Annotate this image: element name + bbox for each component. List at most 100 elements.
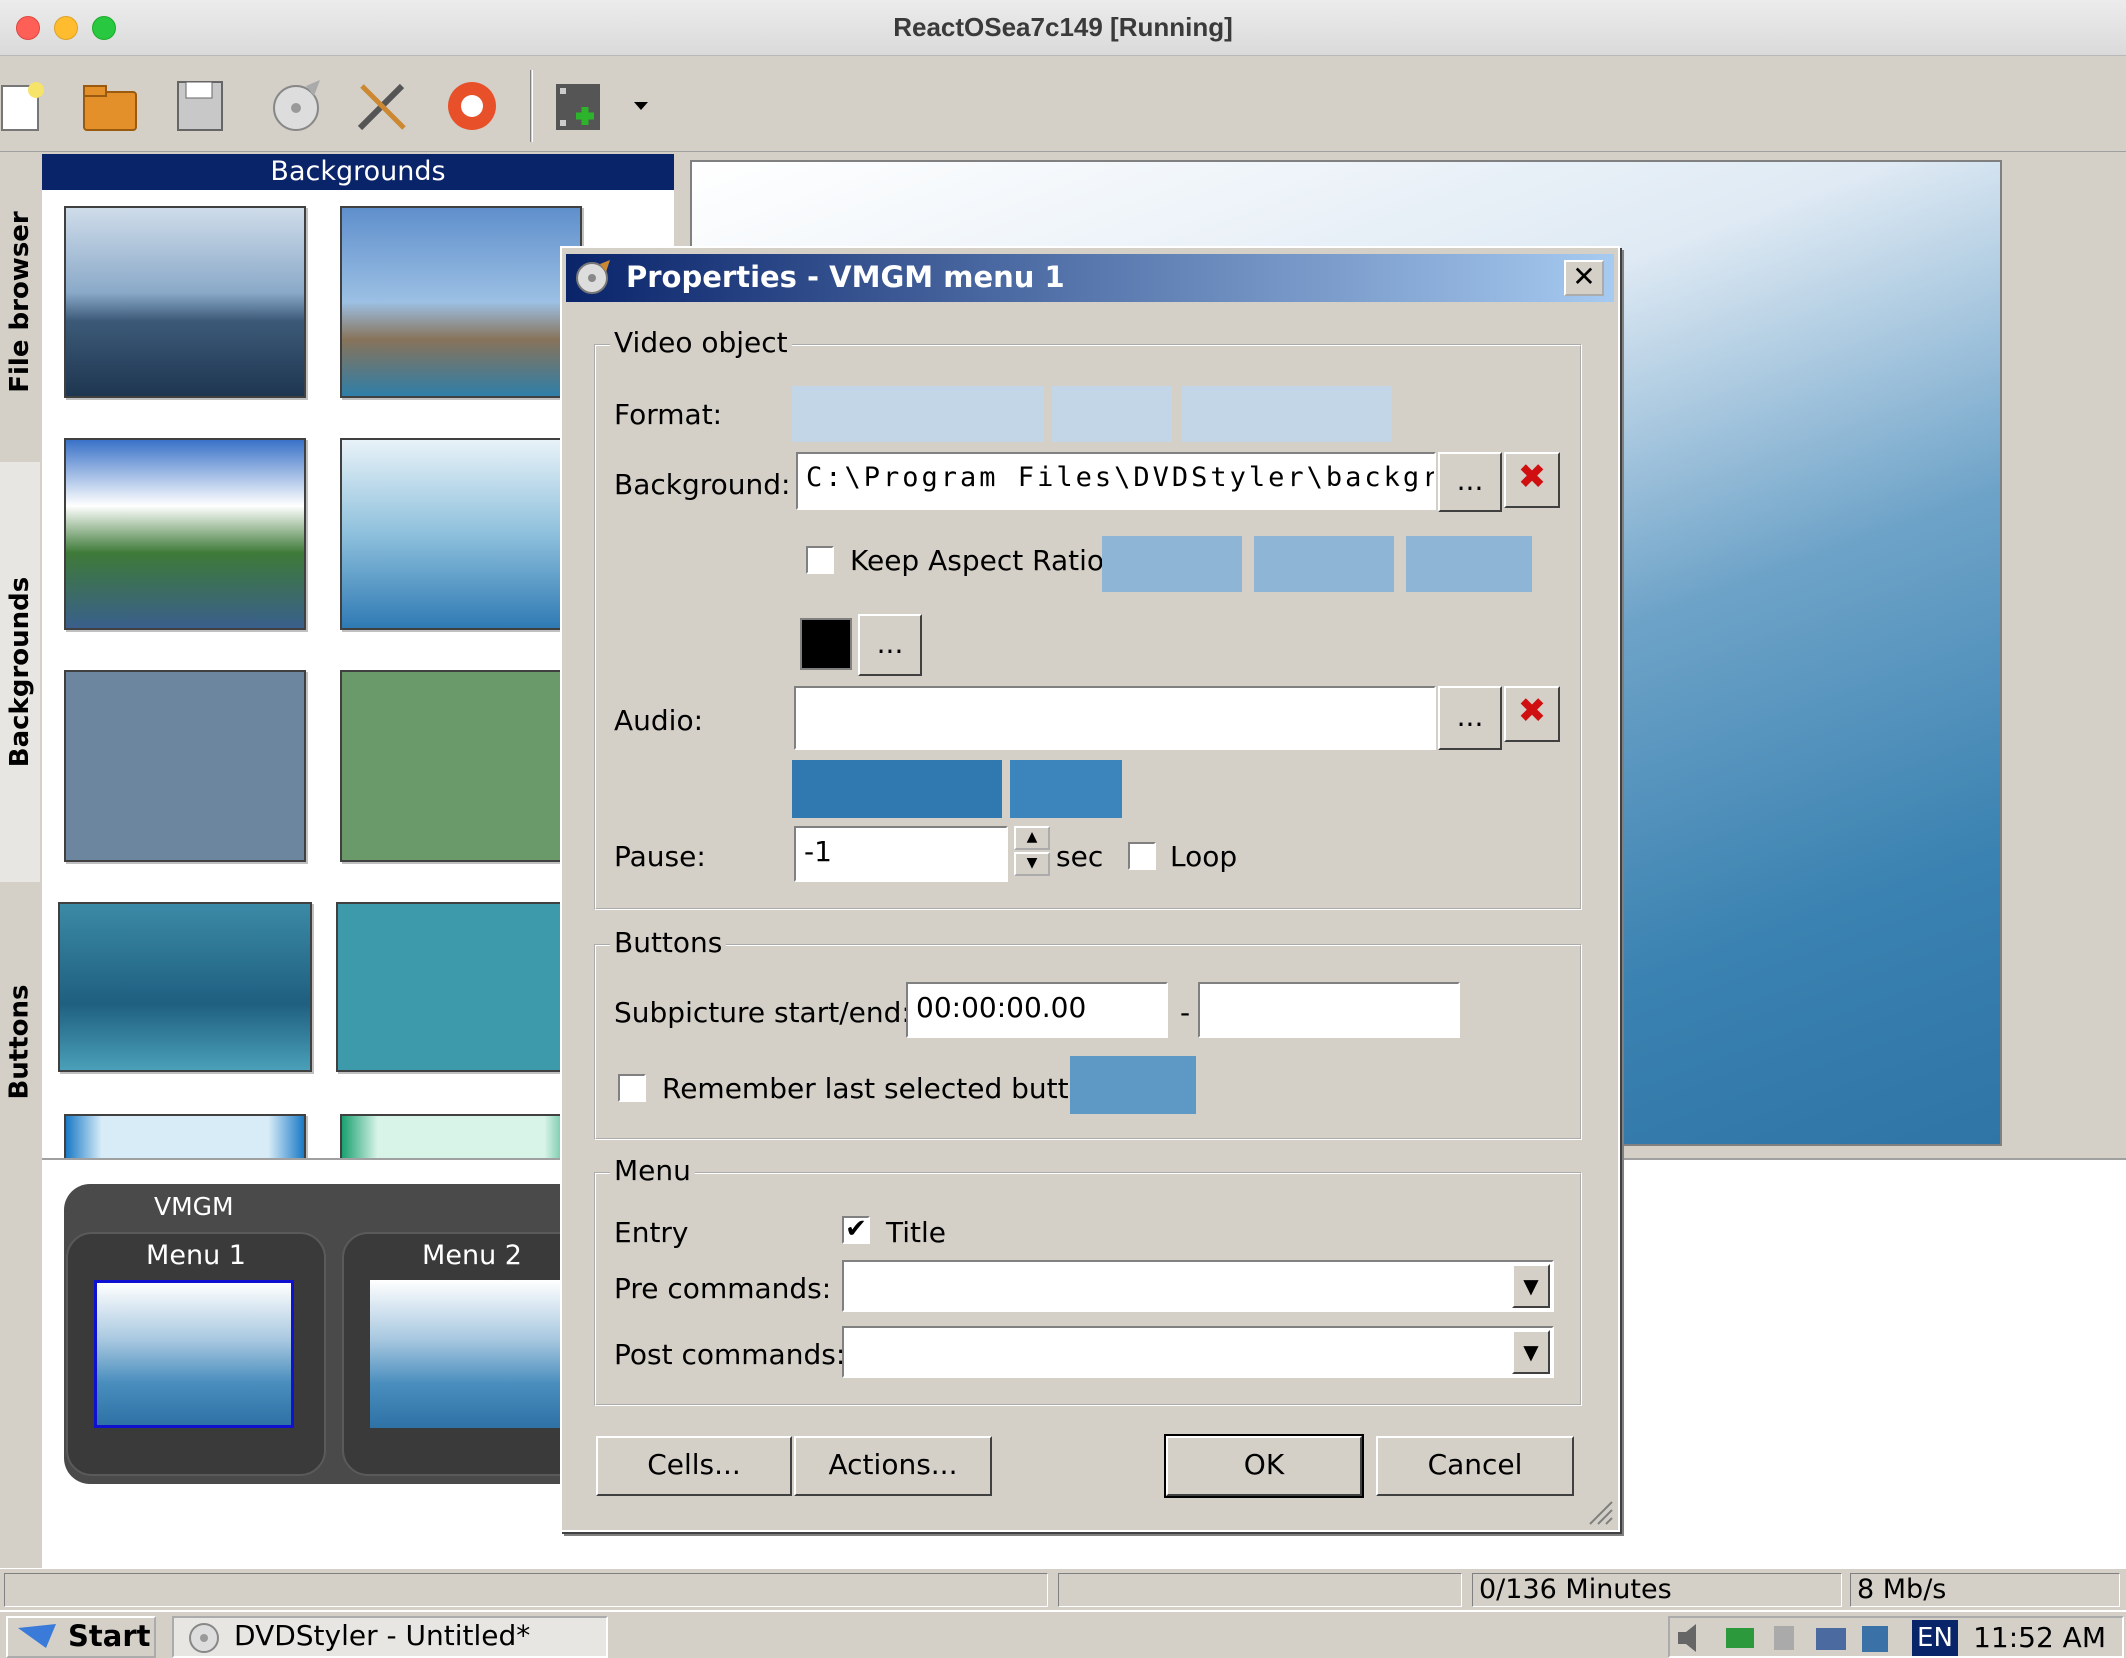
- post-commands-label: Post commands:: [614, 1338, 846, 1371]
- title-entry-label: Title: [886, 1216, 947, 1249]
- taskbar-item-label: DVDStyler - Untitled*: [234, 1619, 531, 1652]
- pre-commands-label: Pre commands:: [614, 1272, 832, 1305]
- menu-card[interactable]: Menu 1: [66, 1232, 326, 1476]
- title-entry-checkbox[interactable]: ✔: [842, 1216, 870, 1244]
- subpicture-dash: -: [1180, 996, 1191, 1029]
- remember-option[interactable]: [1070, 1056, 1196, 1114]
- pause-increment-button[interactable]: ▲: [1014, 826, 1050, 850]
- video-object-group: Video object Format: Background: C:\Prog…: [594, 326, 1582, 910]
- tab-buttons[interactable]: Buttons: [0, 882, 40, 1202]
- loop-checkbox[interactable]: [1128, 842, 1156, 870]
- color-browse-button[interactable]: ...: [858, 614, 922, 676]
- chevron-down-icon[interactable]: ▼: [1512, 1330, 1550, 1374]
- audio-option[interactable]: [1010, 760, 1122, 818]
- entry-label: Entry: [614, 1216, 689, 1249]
- subpicture-start-input[interactable]: 00:00:00.00: [906, 982, 1168, 1038]
- chevron-down-icon[interactable]: ▼: [1512, 1264, 1550, 1308]
- settings-icon[interactable]: [352, 76, 412, 136]
- background-color-swatch[interactable]: [800, 618, 852, 670]
- background-thumbnail[interactable]: [58, 902, 312, 1072]
- sec-label: sec: [1056, 840, 1104, 873]
- subpicture-label: Subpicture start/end:: [614, 996, 911, 1029]
- dialog-title: Properties - VMGM menu 1: [626, 260, 1065, 294]
- dialog-close-button[interactable]: ✕: [1564, 260, 1604, 296]
- vmgm-label: VMGM: [154, 1192, 234, 1221]
- start-label: Start: [68, 1619, 151, 1653]
- pause-input[interactable]: -1: [794, 826, 1008, 882]
- video-object-legend: Video object: [610, 326, 792, 359]
- start-button[interactable]: Start: [6, 1616, 156, 1658]
- subpicture-end-input[interactable]: [1198, 982, 1460, 1038]
- background-thumbnail[interactable]: [340, 438, 582, 630]
- actions-button[interactable]: Actions...: [794, 1436, 992, 1496]
- pre-commands-select[interactable]: ▼: [842, 1260, 1554, 1312]
- menu-thumbnail: [94, 1280, 294, 1428]
- burn-icon[interactable]: [266, 76, 326, 136]
- aspect-option[interactable]: [1102, 536, 1242, 592]
- background-thumbnail[interactable]: [64, 438, 306, 630]
- toolbar: [0, 56, 2126, 152]
- status-bitrate: 8 Mb/s: [1850, 1573, 2120, 1607]
- clock: 11:52 AM: [1973, 1621, 2106, 1654]
- reactos-logo-icon: [18, 1624, 56, 1648]
- status-progress: [1058, 1573, 1462, 1607]
- keep-aspect-ratio-label: Keep Aspect Ratio: [850, 544, 1104, 577]
- dialog-titlebar: Properties - VMGM menu 1 ✕: [566, 254, 1614, 302]
- background-thumbnail[interactable]: [340, 670, 582, 862]
- buttons-group: Buttons Subpicture start/end: 00:00:00.0…: [594, 926, 1582, 1140]
- ok-button[interactable]: OK: [1164, 1434, 1364, 1498]
- background-browse-button[interactable]: ...: [1438, 452, 1502, 512]
- background-label: Background:: [614, 468, 791, 501]
- open-icon[interactable]: [80, 76, 140, 136]
- dvdstyler-icon: [576, 260, 610, 294]
- audio-browse-button[interactable]: ...: [1438, 686, 1502, 750]
- format-select[interactable]: [1052, 386, 1172, 442]
- help-icon[interactable]: [442, 76, 502, 136]
- background-thumbnail[interactable]: [64, 206, 306, 398]
- cancel-button[interactable]: Cancel: [1376, 1436, 1574, 1496]
- background-thumbnail[interactable]: [336, 902, 582, 1072]
- properties-dialog: Properties - VMGM menu 1 ✕ Video object …: [560, 246, 1620, 1532]
- taskbar: Start DVDStyler - Untitled* EN 11:52 AM: [0, 1610, 2126, 1658]
- menu-group: Menu Entry ✔ Title Pre commands: ▼ Post …: [594, 1154, 1582, 1406]
- vm-screen: File browser Backgrounds Buttons Backgro…: [0, 56, 2126, 1658]
- status-message: [4, 1573, 1048, 1607]
- aspect-option[interactable]: [1254, 536, 1394, 592]
- system-tray: EN 11:52 AM: [1668, 1616, 2124, 1658]
- save-icon[interactable]: [170, 76, 230, 136]
- audio-option[interactable]: [792, 760, 1002, 818]
- audio-delete-button[interactable]: ✖: [1504, 686, 1560, 742]
- background-thumbnail[interactable]: [340, 206, 582, 398]
- format-label: Format:: [614, 398, 723, 431]
- buttons-legend: Buttons: [610, 926, 727, 959]
- audio-input[interactable]: [794, 686, 1436, 750]
- menu-legend: Menu: [610, 1154, 695, 1187]
- pause-label: Pause:: [614, 840, 706, 873]
- audio-label: Audio:: [614, 704, 704, 737]
- keep-aspect-ratio-checkbox[interactable]: [806, 546, 834, 574]
- add-file-icon[interactable]: [552, 76, 652, 136]
- language-indicator[interactable]: EN: [1912, 1620, 1958, 1656]
- format-select[interactable]: [1182, 386, 1392, 442]
- taskbar-item-dvdstyler[interactable]: DVDStyler - Untitled*: [172, 1616, 608, 1658]
- format-select[interactable]: [792, 386, 1044, 442]
- background-thumbnail[interactable]: [64, 1114, 306, 1158]
- menu-thumbnail: [370, 1280, 570, 1428]
- background-delete-button[interactable]: ✖: [1504, 452, 1560, 508]
- tab-backgrounds[interactable]: Backgrounds: [0, 462, 40, 882]
- pause-decrement-button[interactable]: ▼: [1014, 852, 1050, 876]
- remember-button-label: Remember last selected button: [662, 1072, 1104, 1105]
- remember-button-checkbox[interactable]: [618, 1074, 646, 1102]
- resize-grip-icon[interactable]: [1584, 1496, 1614, 1526]
- background-thumbnail[interactable]: [64, 670, 306, 862]
- new-icon[interactable]: [0, 76, 54, 136]
- window-title: ReactOSea7c149 [Running]: [893, 12, 1233, 42]
- background-thumbnail[interactable]: [340, 1114, 582, 1158]
- tab-file-browser[interactable]: File browser: [0, 152, 40, 452]
- dvdstyler-icon: [189, 1623, 219, 1653]
- post-commands-select[interactable]: ▼: [842, 1326, 1554, 1378]
- cells-button[interactable]: Cells...: [596, 1436, 792, 1496]
- aspect-option[interactable]: [1406, 536, 1532, 592]
- background-path-input[interactable]: C:\Program Files\DVDStyler\backgrou: [796, 452, 1436, 510]
- window-titlebar: ReactOSea7c149 [Running]: [0, 0, 2126, 56]
